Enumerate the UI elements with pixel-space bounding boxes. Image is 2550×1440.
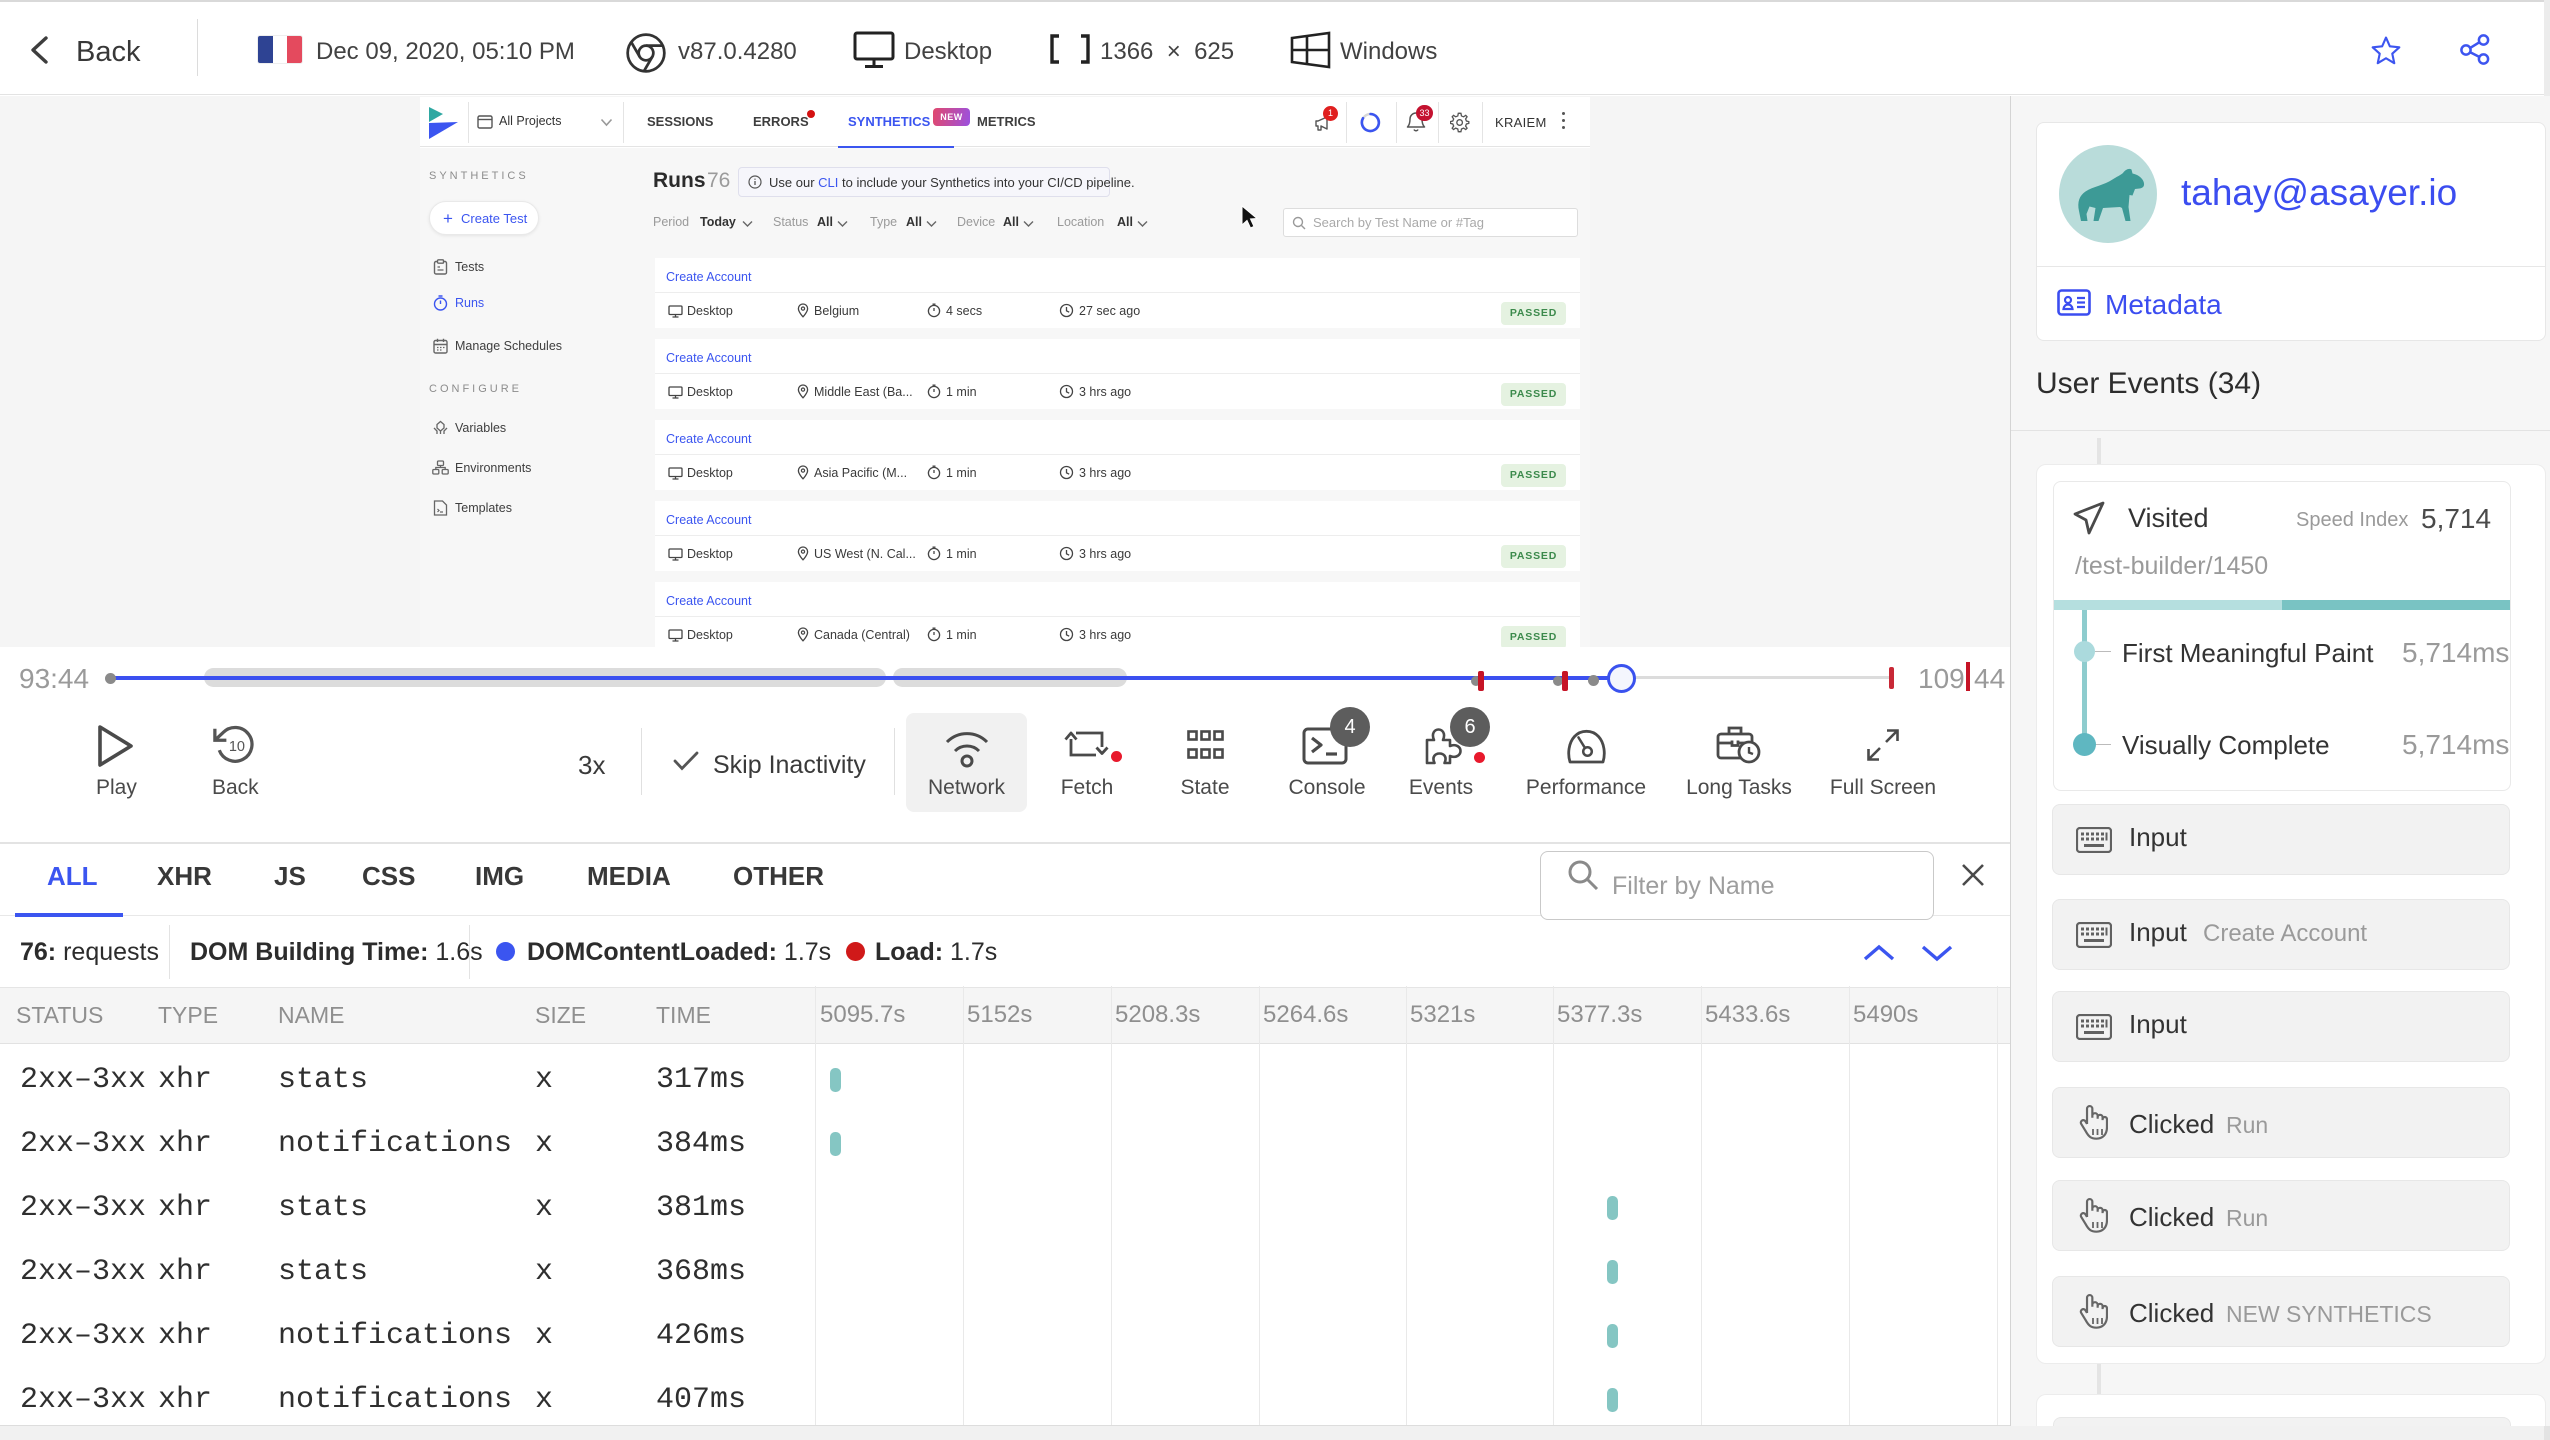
svg-text:10: 10 — [229, 739, 245, 755]
